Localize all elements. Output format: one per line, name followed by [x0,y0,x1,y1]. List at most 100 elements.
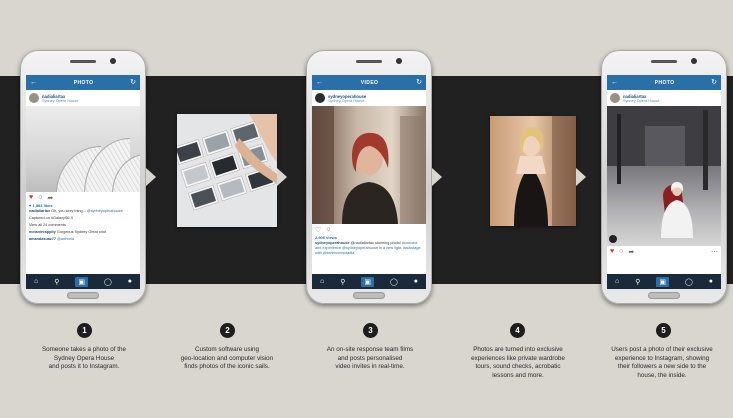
flow-arrow [576,168,586,186]
avatar[interactable] [315,93,325,103]
front-camera [691,58,697,64]
heart-icon[interactable]: ♥ [29,194,33,201]
caption-tag[interactable]: @sydneyoperahouse [87,209,123,213]
earpiece [356,60,382,63]
search-icon[interactable]: ⚲ [635,278,640,286]
post-header[interactable]: nadialiartax Sydney Opera House [26,90,140,106]
post-username[interactable]: sydneyoperahouse [328,94,366,99]
profile-icon[interactable]: ● [128,278,132,285]
screen-title: VIDEO [360,79,379,86]
instagram-header: ← PHOTO ↻ [607,75,721,90]
back-arrow-icon[interactable]: ← [30,79,37,86]
post-caption: sydneyoperahouse @nadialiartax stunning … [312,240,426,257]
home-icon[interactable]: ⌂ [34,278,38,285]
search-icon[interactable]: ⚲ [54,278,59,286]
comment-1: melanierappity Gorgeous Sydney Great sho… [26,229,140,236]
caption-extra: Captured on #GalaxyS6 X [29,216,74,220]
instagram-header: ← PHOTO ↻ [26,75,140,90]
comment-username[interactable]: amandasuaz77 [29,237,56,241]
activity-icon[interactable]: ◯ [104,278,112,286]
camera-icon[interactable]: ▣ [361,276,374,287]
step-number-5: 5 [656,323,671,338]
instagram-header: ← VIDEO ↻ [312,75,426,90]
refresh-icon[interactable]: ↻ [711,79,717,86]
flow-arrow [146,168,156,186]
home-button [353,292,385,299]
comment-icon[interactable]: ○ [619,248,623,255]
share-icon[interactable]: ➦ [628,248,634,256]
instagram-navbar: ⌂ ⚲ ▣ ◯ ● [312,274,426,289]
post-header[interactable]: nadialiartax Sydney Opera House [607,90,721,106]
screen-title: PHOTO [654,79,675,86]
comment-text[interactable]: @arthoria [57,237,74,241]
comment-text: Gorgeous Sydney Great shot [56,230,107,234]
home-button [648,292,680,299]
flow-arrow [277,168,287,186]
wardrobe-experience-image [490,116,576,226]
comment-username[interactable]: melanierappity [29,230,56,234]
camera-icon[interactable]: ▣ [656,276,669,287]
home-icon[interactable]: ⌂ [320,278,324,285]
comment-icon[interactable]: ○ [38,194,42,201]
step-description-5: Users post a photo of their exclusive ex… [611,346,713,379]
screen-title: PHOTO [73,79,94,86]
step-number-1: 1 [77,323,92,338]
step-number-4: 4 [510,323,525,338]
earpiece [70,60,96,63]
post-actions: ♥ ○ ➦ ⋯ [607,246,721,257]
caption-text: @nadialiartax stunning photo! [350,241,401,245]
post-actions: ♡ ○ [312,224,426,235]
avatar[interactable] [29,93,39,103]
comment-2: amandasuaz77 @arthoria [26,236,140,243]
front-camera [396,58,402,64]
more-icon[interactable]: ⋯ [711,248,718,256]
step-number-2: 2 [220,323,235,338]
flow-arrow [432,168,442,186]
post-video-woman[interactable] [312,106,426,224]
phone-1: ← PHOTO ↻ nadialiartax Sydney Opera Hous… [20,50,146,304]
back-arrow-icon[interactable]: ← [316,79,323,86]
phone-3: ← VIDEO ↻ sydneyoperahouse Sydney Opera … [306,50,432,304]
refresh-icon[interactable]: ↻ [416,79,422,86]
caption-username[interactable]: nadialiartax [29,209,50,213]
back-arrow-icon[interactable]: ← [611,79,618,86]
avatar[interactable] [610,93,620,103]
heart-icon[interactable]: ♥ [610,248,614,255]
software-photo-grid-image [177,114,277,227]
post-photo-opera-house[interactable] [26,106,140,192]
home-button [67,292,99,299]
post-location[interactable]: Sydney Opera House [328,99,366,103]
refresh-icon[interactable]: ↻ [130,79,136,86]
comment-icon[interactable]: ○ [326,226,330,233]
instagram-screen-1: ← PHOTO ↻ nadialiartax Sydney Opera Hous… [26,75,140,289]
step-number-3: 3 [363,323,378,338]
post-location[interactable]: Sydney Opera House [42,99,78,103]
instagram-screen-5: ← PHOTO ↻ nadialiartax Sydney Opera Hous… [607,75,721,289]
activity-icon[interactable]: ◯ [685,278,693,286]
profile-icon[interactable]: ● [709,278,713,285]
step-description-1: Someone takes a photo of the Sydney Oper… [41,346,127,371]
step-description-4: Photos are turned into exclusive experie… [471,346,565,379]
instagram-screen-3: ← VIDEO ↻ sydneyoperahouse Sydney Opera … [312,75,426,289]
step-description-2: Custom software using geo-location and c… [180,346,274,371]
post-header[interactable]: sydneyoperahouse Sydney Opera House [312,90,426,106]
share-icon[interactable]: ➦ [47,194,53,202]
view-all-comments[interactable]: View all 24 comments [26,222,140,229]
profile-icon[interactable]: ● [414,278,418,285]
home-icon[interactable]: ⌂ [615,278,619,285]
camera-icon[interactable]: ▣ [75,276,88,287]
heart-icon[interactable]: ♡ [315,226,321,234]
post-photo-backstage[interactable] [607,106,721,246]
front-camera [110,58,116,64]
step-description-3: An on-site response team films and posts… [326,346,414,371]
earpiece [651,60,677,63]
post-location[interactable]: Sydney Opera House [623,99,659,103]
caption-username[interactable]: sydneyoperahouse [315,241,350,245]
phone-5: ← PHOTO ↻ nadialiartax Sydney Opera Hous… [601,50,727,304]
post-caption: nadialiartax Oh, you sexy thing... @sydn… [26,208,140,215]
caption-text: Oh, you sexy thing... [51,209,86,213]
instagram-navbar: ⌂ ⚲ ▣ ◯ ● [26,274,140,289]
search-icon[interactable]: ⚲ [340,278,345,286]
instagram-navbar: ⌂ ⚲ ▣ ◯ ● [607,274,721,289]
activity-icon[interactable]: ◯ [390,278,398,286]
